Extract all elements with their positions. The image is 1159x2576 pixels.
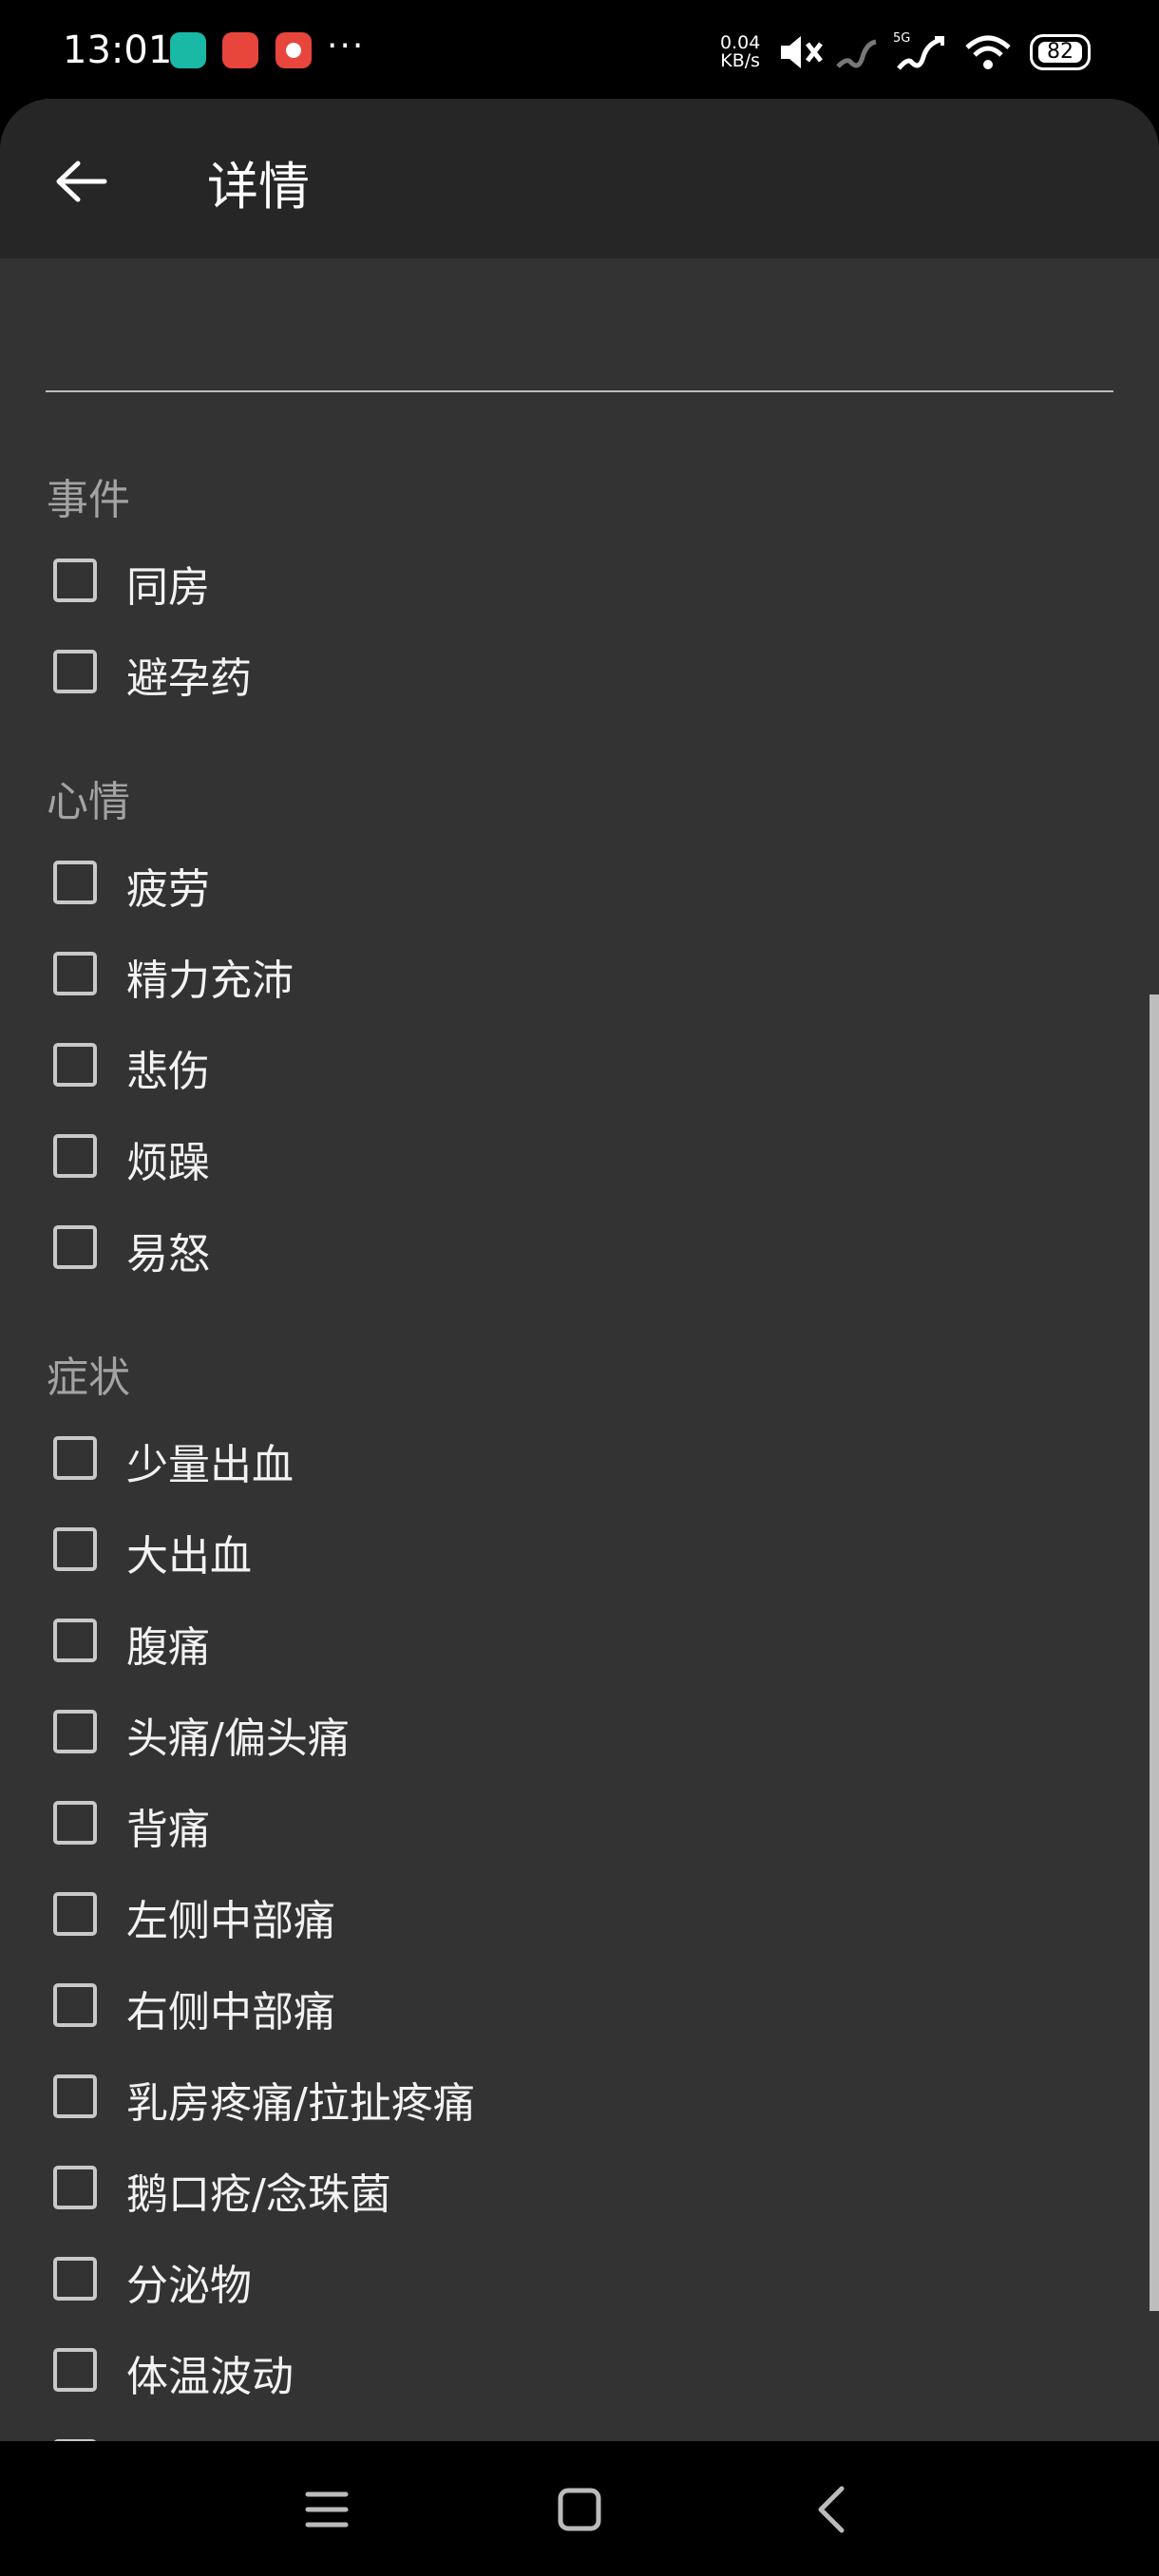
checkbox[interactable]: [53, 559, 97, 602]
menu-icon[interactable]: [298, 2481, 355, 2538]
checkbox[interactable]: [53, 1801, 97, 1845]
mute-icon: [781, 36, 823, 68]
checkbox-item[interactable]: 精力充沛: [53, 942, 813, 1009]
network-speed: 0.04 KB/s: [720, 32, 761, 71]
section-title-events: 事件: [47, 476, 130, 524]
checkbox[interactable]: [53, 1619, 97, 1662]
checkbox-label: 易怒: [126, 1230, 210, 1279]
checkbox-item[interactable]: 大出血: [53, 1518, 813, 1584]
status-bar: 13:01 ··· 0.04 KB/s 5G 82: [0, 0, 1159, 104]
section-title-symptoms: 症状: [47, 1354, 130, 1402]
checkbox[interactable]: [53, 1710, 97, 1753]
checkbox[interactable]: [53, 1225, 97, 1269]
checkbox-label: 烦躁: [126, 1139, 210, 1187]
more-notifications: ···: [327, 27, 366, 66]
divider: [46, 390, 1113, 392]
checkbox[interactable]: [53, 2348, 97, 2392]
checkbox-item[interactable]: 鹅口疮/念珠菌: [53, 2156, 813, 2223]
checkbox-label: 同房: [126, 563, 210, 612]
checkbox[interactable]: [53, 2166, 97, 2209]
system-nav-bar: [0, 2441, 1159, 2576]
battery-level: 82: [1038, 42, 1082, 63]
checkbox-item[interactable]: 悲伤: [53, 1033, 813, 1100]
checkbox-label: 背痛: [126, 1806, 210, 1854]
checkbox-item[interactable]: 粉刺: [53, 2430, 813, 2441]
checkbox[interactable]: [53, 2074, 97, 2118]
red-app-icon: [222, 32, 258, 68]
checkbox-label: 少量出血: [126, 1441, 294, 1489]
checkbox-item[interactable]: 少量出血: [53, 1427, 813, 1493]
checkbox[interactable]: [53, 1527, 97, 1571]
battery-icon: 82: [1030, 34, 1091, 70]
checkbox[interactable]: [53, 1983, 97, 2027]
checkbox[interactable]: [53, 861, 97, 904]
wifi-icon: [965, 35, 1011, 69]
checkbox-item[interactable]: 乳房疼痛/拉扯疼痛: [53, 2065, 813, 2131]
clock: 13:01: [63, 28, 173, 72]
page-title: 详情: [207, 157, 310, 217]
checkbox-item[interactable]: 烦躁: [53, 1125, 813, 1191]
scrollbar[interactable]: [1150, 994, 1159, 2311]
checkbox[interactable]: [53, 952, 97, 995]
checkbox-item[interactable]: 易怒: [53, 1216, 813, 1282]
checkbox-label: 腹痛: [126, 1623, 210, 1672]
signal-5g-icon: 5G: [893, 31, 944, 70]
network-type: 5G: [893, 31, 910, 46]
music-app-icon: [276, 32, 312, 68]
checkbox-label: 左侧中部痛: [126, 1897, 335, 1945]
checkbox-item[interactable]: 腹痛: [53, 1609, 813, 1676]
square-icon[interactable]: [551, 2481, 608, 2538]
checkbox-item[interactable]: 左侧中部痛: [53, 1883, 813, 1949]
checkbox-label: 分泌物: [126, 2262, 252, 2310]
signal-sim1-icon: [836, 39, 877, 68]
app-bar: 详情: [0, 99, 1159, 258]
checkbox-item[interactable]: 分泌物: [53, 2247, 813, 2314]
chevron-left-icon[interactable]: [804, 2481, 861, 2538]
checkbox[interactable]: [53, 1134, 97, 1178]
checkbox[interactable]: [53, 2257, 97, 2301]
section-title-mood: 心情: [47, 778, 130, 826]
back-button[interactable]: [51, 152, 110, 211]
checkbox[interactable]: [53, 1892, 97, 1936]
checkbox-label: 头痛/偏头痛: [126, 1714, 350, 1763]
checkbox-label: 大出血: [126, 1532, 252, 1581]
checkbox-item[interactable]: 疲劳: [53, 851, 813, 918]
details-screen: 详情 事件 同房 避孕药 心情 疲劳 精力充沛 悲伤 烦躁 易怒 症状 少量出血…: [0, 99, 1159, 2441]
checkbox-item[interactable]: 避孕药: [53, 640, 813, 707]
checkbox-label: 避孕药: [126, 654, 252, 703]
checkbox-label: 鹅口疮/念珠菌: [126, 2170, 391, 2219]
checkbox-item[interactable]: 体温波动: [53, 2339, 813, 2405]
checkbox-label: 悲伤: [126, 1048, 210, 1096]
checkbox-label: 精力充沛: [126, 957, 294, 1005]
checkbox[interactable]: [53, 1436, 97, 1480]
checkbox[interactable]: [53, 650, 97, 693]
checkbox-label: 疲劳: [126, 865, 210, 914]
checkbox-item[interactable]: 头痛/偏头痛: [53, 1700, 813, 1767]
checkbox-label: 乳房疼痛/拉扯疼痛: [126, 2079, 475, 2128]
checkbox-label: 右侧中部痛: [126, 1988, 335, 2036]
chat-app-icon: [170, 32, 206, 68]
checkbox-label: 粉刺: [126, 2434, 210, 2441]
checkbox-item[interactable]: 右侧中部痛: [53, 1974, 813, 2040]
checkbox-label: 体温波动: [126, 2353, 294, 2401]
checkbox[interactable]: [53, 1043, 97, 1087]
checkbox-item[interactable]: 背痛: [53, 1791, 813, 1858]
checkbox-item[interactable]: 同房: [53, 549, 813, 616]
